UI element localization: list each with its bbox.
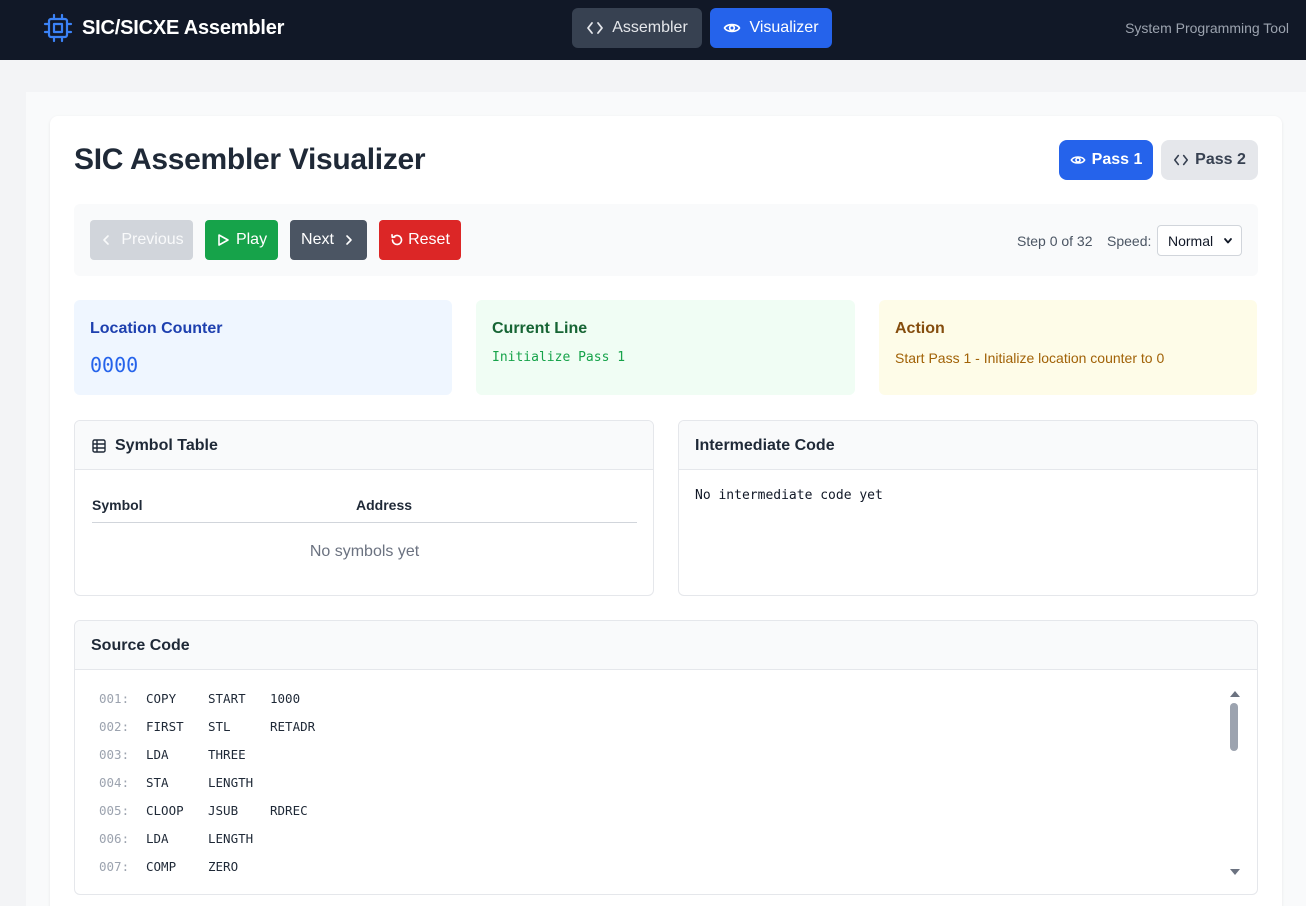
code-opcode: LENGTH: [208, 831, 254, 846]
code-opcode: STL: [208, 719, 231, 734]
line-number: 005:: [99, 803, 130, 818]
code-opcode: START: [208, 691, 246, 706]
nav-visualizer-button[interactable]: Visualizer: [710, 8, 832, 48]
previous-button[interactable]: Previous: [90, 220, 193, 260]
intermediate-code-title: Intermediate Code: [695, 437, 835, 454]
next-label: Next: [301, 231, 334, 248]
reset-button[interactable]: Reset: [379, 220, 461, 260]
source-code-title: Source Code: [91, 637, 190, 654]
code-line: 003: LDA THREE: [99, 747, 1219, 775]
line-number: 006:: [99, 831, 130, 846]
source-code-panel: Source Code 001: COPY START 1000 002: FIRST ST…: [74, 620, 1258, 895]
scrollbar-thumb[interactable]: [1230, 703, 1238, 751]
source-code-header: Source Code: [75, 621, 1257, 670]
line-number: 004:: [99, 775, 130, 790]
step-counter: Step 0 of 32: [1017, 233, 1093, 249]
page-title: SIC Assembler Visualizer: [74, 143, 426, 176]
chevron-down-icon: [1224, 238, 1232, 244]
code-line: 001: COPY START 1000: [99, 691, 1219, 719]
code-label: FIRST: [146, 719, 184, 734]
code-label: STA: [146, 775, 169, 790]
app-title: SIC/SICXE Assembler: [82, 16, 285, 39]
code-line: 007: COMP ZERO: [99, 859, 1219, 887]
eye-icon: [1070, 156, 1086, 164]
brand: SIC/SICXE Assembler: [42, 12, 284, 44]
play-label: Play: [235, 231, 268, 248]
nav-assembler-label: Assembler: [612, 19, 688, 36]
code-brackets-icon: [587, 22, 604, 34]
code-line: 005: CLOOP JSUB RDREC: [99, 803, 1219, 831]
cpu-chip-icon: [43, 13, 73, 43]
pass2-label: Pass 2: [1195, 151, 1246, 168]
column-header-symbol: Symbol: [92, 497, 143, 513]
current-line-value: Initialize Pass 1: [492, 350, 626, 365]
symbol-table-header: Symbol Table: [75, 421, 653, 470]
pass2-button[interactable]: Pass 2: [1161, 140, 1258, 180]
code-label: LDA: [146, 831, 169, 846]
speed-select[interactable]: Normal: [1157, 225, 1242, 256]
nav-visualizer-label: Visualizer: [749, 19, 819, 36]
current-line-card: Current Line Initialize Pass 1: [476, 300, 855, 395]
table-header-divider: [92, 522, 637, 523]
pass1-button[interactable]: Pass 1: [1059, 140, 1153, 180]
code-label: CLOOP: [146, 803, 184, 818]
action-value: Start Pass 1 - Initialize location count…: [895, 350, 1165, 366]
intermediate-code-panel: Intermediate Code No intermediate code y…: [678, 420, 1258, 596]
speed-label: Speed:: [1107, 233, 1152, 249]
line-number: 001:: [99, 691, 130, 706]
chevron-right-icon: [346, 235, 352, 245]
rotate-ccw-icon: [391, 233, 403, 246]
intermediate-code-header: Intermediate Code: [679, 421, 1257, 470]
code-opcode: THREE: [208, 747, 246, 762]
location-counter-heading: Location Counter: [90, 320, 223, 337]
code-operand: 1000: [270, 691, 301, 706]
code-label: COPY: [146, 691, 177, 706]
previous-label: Previous: [121, 231, 184, 248]
symbol-table-panel: Symbol Table Symbol Address No symbols y…: [74, 420, 654, 596]
code-line: 004: STA LENGTH: [99, 775, 1219, 803]
symbol-table-empty: No symbols yet: [309, 543, 420, 560]
source-code-scrollbar[interactable]: [1227, 689, 1241, 879]
location-counter-card: Location Counter 0000: [74, 300, 452, 395]
line-number: 007:: [99, 859, 130, 874]
action-card: Action Start Pass 1 - Initialize locatio…: [879, 300, 1257, 395]
line-number: 002:: [99, 719, 130, 734]
line-number: 003:: [99, 747, 130, 762]
code-line: 002: FIRST STL RETADR: [99, 719, 1219, 747]
chevron-left-icon: [103, 235, 110, 245]
app-tagline: System Programming Tool: [1125, 20, 1289, 36]
symbol-table-title: Symbol Table: [115, 437, 218, 454]
top-nav-bar: SIC/SICXE Assembler Assembler Visualizer…: [0, 0, 1306, 60]
scroll-down-arrow[interactable]: [1230, 869, 1240, 875]
action-heading: Action: [895, 320, 945, 337]
nav-assembler-button[interactable]: Assembler: [572, 8, 702, 48]
source-code-listing[interactable]: 001: COPY START 1000 002: FIRST STL RETADR 003: L…: [99, 691, 1219, 891]
code-opcode: ZERO: [208, 859, 239, 874]
code-line: 006: LDA LENGTH: [99, 831, 1219, 859]
next-button[interactable]: Next: [290, 220, 367, 260]
table-icon: [92, 439, 106, 453]
current-line-heading: Current Line: [492, 320, 588, 337]
pass1-label: Pass 1: [1091, 151, 1143, 168]
speed-value: Normal: [1168, 232, 1214, 249]
scroll-up-arrow[interactable]: [1230, 691, 1240, 697]
reset-label: Reset: [408, 231, 450, 248]
play-icon: [218, 234, 229, 246]
code-label: COMP: [146, 859, 177, 874]
code-opcode: JSUB: [208, 803, 239, 818]
code-brackets-icon: [1174, 154, 1189, 166]
play-button[interactable]: Play: [205, 220, 278, 260]
intermediate-code-empty: No intermediate code yet: [695, 488, 883, 503]
column-header-address: Address: [356, 497, 413, 513]
code-label: LDA: [146, 747, 169, 762]
location-counter-value: 0000: [90, 353, 139, 377]
eye-icon: [724, 23, 741, 33]
code-operand: RDREC: [270, 803, 308, 818]
code-opcode: LENGTH: [208, 775, 254, 790]
code-operand: RETADR: [270, 719, 316, 734]
